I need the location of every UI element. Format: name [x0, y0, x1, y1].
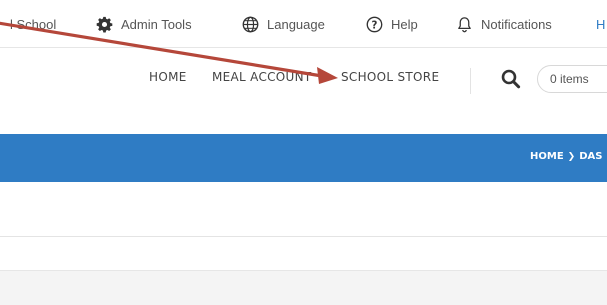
school-link[interactable]: l School	[10, 14, 56, 34]
nav-home[interactable]: HOME	[149, 70, 187, 84]
utility-bar: l School Admin Tools Language ? Help Not…	[0, 0, 607, 48]
nav-divider	[470, 68, 471, 94]
svg-text:?: ?	[372, 20, 378, 31]
breadcrumb: HOME ❯ DAS	[530, 151, 602, 162]
nav-school-store[interactable]: SCHOOL STORE	[341, 70, 439, 84]
search-icon	[500, 69, 522, 95]
notifications-link[interactable]: Notifications	[456, 14, 552, 34]
breadcrumb-home[interactable]: HOME	[530, 151, 564, 162]
content-band	[0, 270, 607, 305]
notifications-label: Notifications	[481, 16, 552, 32]
globe-icon	[242, 16, 259, 33]
language-link[interactable]: Language	[242, 14, 325, 34]
language-label: Language	[267, 16, 325, 32]
main-nav: HOME MEAL ACCOUNT SCHOOL STORE 0 items	[0, 48, 607, 110]
page-banner: HOME ❯ DAS	[0, 134, 607, 182]
search-button[interactable]	[500, 67, 522, 91]
cart-count: 0 items	[550, 72, 589, 86]
content-divider	[0, 236, 607, 237]
cart-button[interactable]: 0 items	[537, 65, 607, 93]
admin-tools-label: Admin Tools	[121, 16, 192, 32]
help-label: Help	[391, 16, 418, 32]
clipped-utility-link[interactable]: H	[596, 14, 605, 34]
gear-icon	[96, 16, 113, 33]
help-link[interactable]: ? Help	[366, 14, 418, 34]
question-circle-icon: ?	[366, 16, 383, 33]
admin-tools-link[interactable]: Admin Tools	[96, 14, 192, 34]
bell-icon	[456, 16, 473, 33]
clipped-utility-label: H	[596, 16, 606, 32]
nav-meal-account[interactable]: MEAL ACCOUNT	[212, 70, 312, 84]
breadcrumb-current: DAS	[579, 151, 603, 162]
page: l School Admin Tools Language ? Help Not…	[0, 0, 607, 305]
school-label: l School	[10, 16, 57, 32]
chevron-right-icon: ❯	[567, 151, 576, 162]
